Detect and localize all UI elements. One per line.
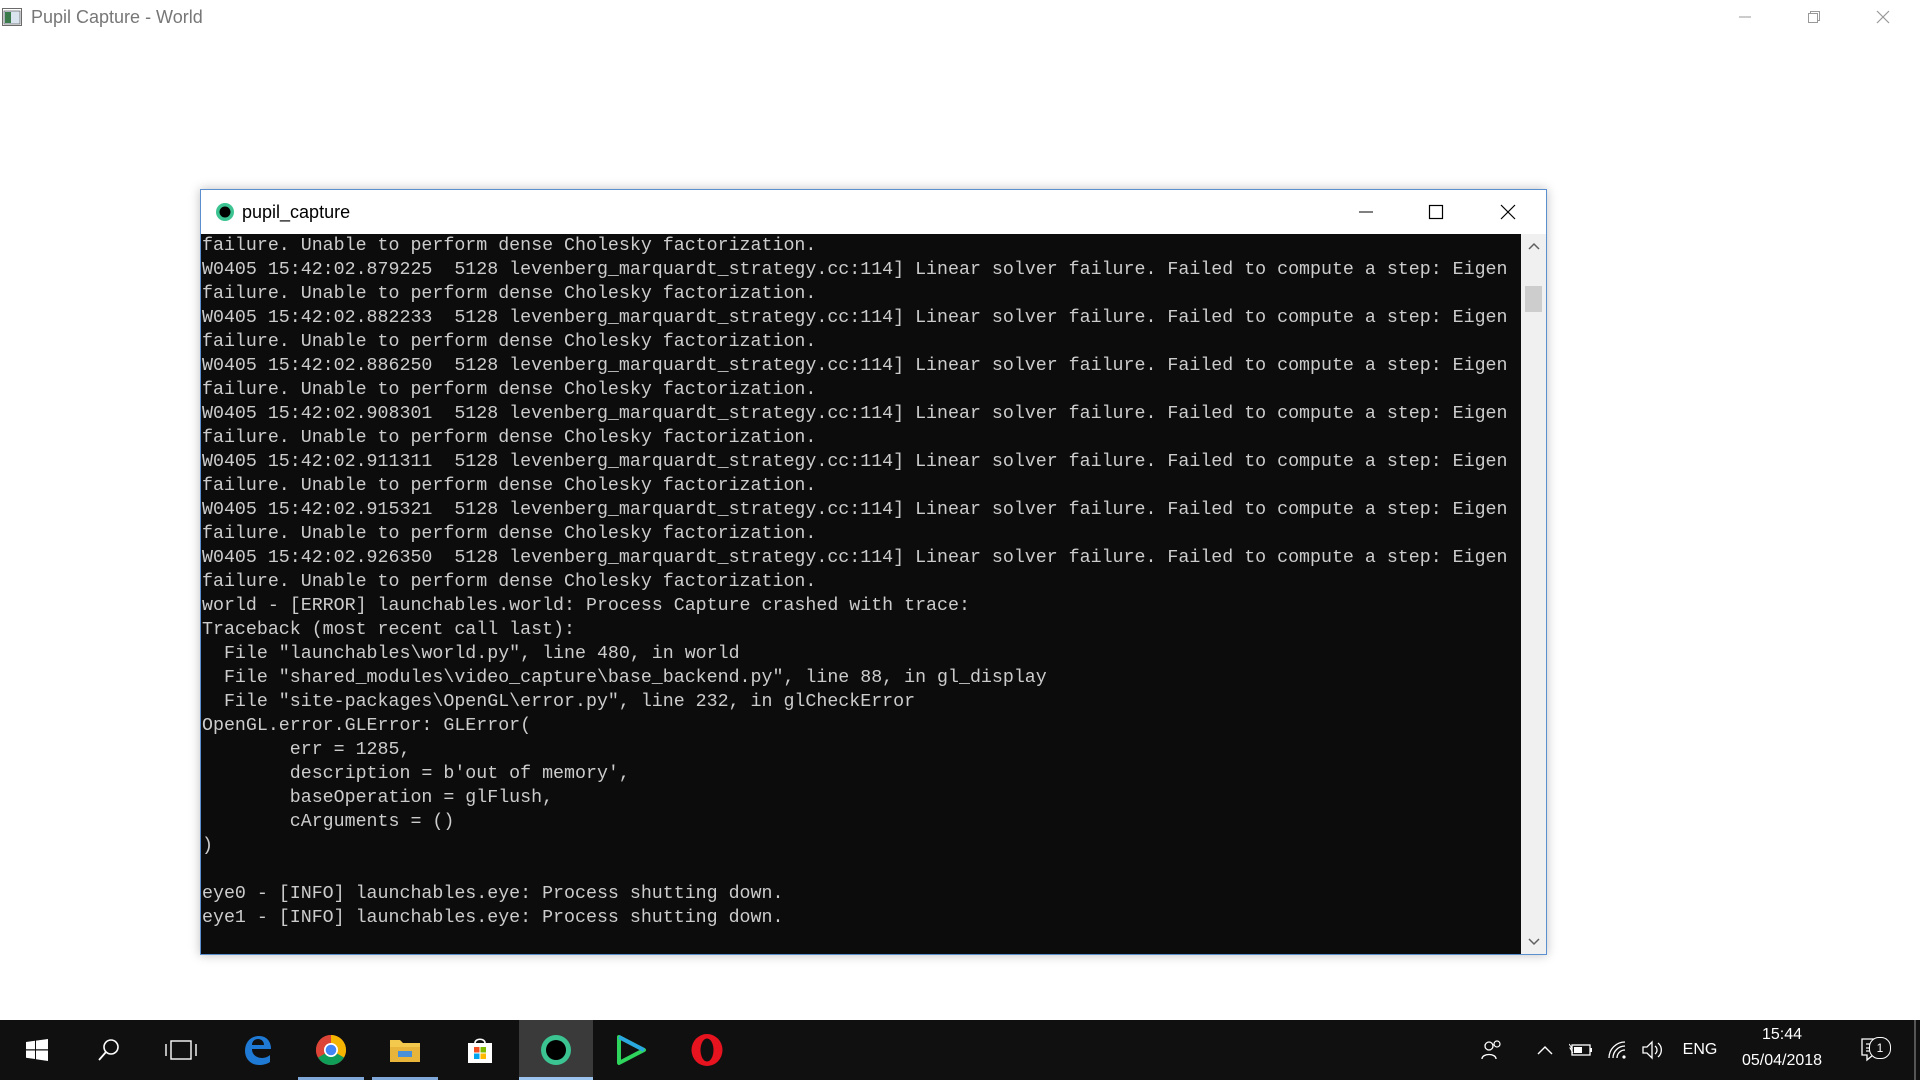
console-line: W0405 15:42:02.882233 5128 levenberg_mar… xyxy=(202,308,1508,328)
opera-button[interactable] xyxy=(670,1020,744,1080)
clock-button[interactable]: 15:44 05/04/2018 xyxy=(1722,1020,1842,1080)
console-titlebar[interactable]: pupil_capture xyxy=(201,190,1546,234)
console-line: failure. Unable to perform dense Cholesk… xyxy=(202,428,817,448)
windows-logo-icon xyxy=(26,1039,48,1061)
notification-count-badge: 1 xyxy=(1869,1037,1891,1059)
wifi-icon xyxy=(1608,1041,1626,1059)
console-window: pupil_capture failure. Unable to perform… xyxy=(200,189,1547,955)
task-view-icon xyxy=(165,1040,197,1060)
minimize-icon xyxy=(1739,16,1751,18)
speaker-icon xyxy=(1642,1040,1662,1060)
console-line: W0405 15:42:02.886250 5128 levenberg_mar… xyxy=(202,356,1508,376)
scroll-up-button[interactable] xyxy=(1521,234,1546,258)
task-view-button[interactable] xyxy=(144,1020,218,1080)
search-button[interactable] xyxy=(72,1020,146,1080)
console-line: OpenGL.error.GLError: GLError( xyxy=(202,716,532,736)
close-icon xyxy=(1876,10,1890,24)
console-line: world - [ERROR] launchables.world: Proce… xyxy=(202,596,970,616)
play-button[interactable] xyxy=(594,1020,668,1080)
console-line: eye0 - [INFO] launchables.eye: Process s… xyxy=(202,884,784,904)
console-line: W0405 15:42:02.915321 5128 levenberg_mar… xyxy=(202,500,1508,520)
console-line: description = b'out of memory', xyxy=(202,764,630,784)
console-line: baseOperation = glFlush, xyxy=(202,788,554,808)
clock-date: 05/04/2018 xyxy=(1741,1052,1823,1069)
chevron-up-icon xyxy=(1537,1046,1553,1055)
console-text: failure. Unable to perform dense Cholesk… xyxy=(201,234,1508,930)
console-line: W0405 15:42:02.908301 5128 levenberg_mar… xyxy=(202,404,1508,424)
people-icon xyxy=(1481,1040,1501,1060)
scroll-thumb[interactable] xyxy=(1525,286,1542,312)
console-line: failure. Unable to perform dense Cholesk… xyxy=(202,476,817,496)
console-line: failure. Unable to perform dense Cholesk… xyxy=(202,332,817,352)
app-icon xyxy=(2,8,22,26)
console-line: failure. Unable to perform dense Cholesk… xyxy=(202,284,817,304)
console-line: failure. Unable to perform dense Cholesk… xyxy=(202,524,817,544)
battery-icon xyxy=(1569,1043,1592,1056)
outer-window-title: Pupil Capture - World xyxy=(31,7,203,27)
volume-button[interactable] xyxy=(1638,1020,1668,1080)
outer-window-titlebar: Pupil Capture - World xyxy=(0,0,1920,34)
pupil-capture-button[interactable] xyxy=(519,1020,593,1080)
chrome-icon xyxy=(315,1035,347,1066)
people-button[interactable] xyxy=(1474,1020,1510,1080)
pupil-icon xyxy=(541,1035,571,1065)
scroll-down-button[interactable] xyxy=(1521,930,1546,954)
console-line: W0405 15:42:02.926350 5128 levenberg_mar… xyxy=(202,548,1508,568)
close-icon xyxy=(1500,204,1516,220)
console-line: ) xyxy=(202,836,213,856)
minimize-button[interactable] xyxy=(1331,190,1401,234)
outer-minimize-button[interactable] xyxy=(1710,0,1780,34)
chevron-down-icon xyxy=(1527,938,1540,946)
file-explorer-button[interactable] xyxy=(368,1020,442,1080)
show-hidden-icons-button[interactable] xyxy=(1530,1020,1560,1080)
console-line: failure. Unable to perform dense Cholesk… xyxy=(202,236,817,256)
restore-icon xyxy=(1808,11,1820,23)
console-line: err = 1285, xyxy=(202,740,411,760)
console-line: eye1 - [INFO] launchables.eye: Process s… xyxy=(202,908,784,928)
console-title: pupil_capture xyxy=(242,202,351,222)
console-line: File "site-packages\OpenGL\error.py", li… xyxy=(202,692,916,712)
battery-button[interactable] xyxy=(1566,1020,1596,1080)
chrome-button[interactable] xyxy=(294,1020,368,1080)
minimize-icon xyxy=(1359,211,1373,213)
vertical-scrollbar[interactable] xyxy=(1521,234,1546,954)
maximize-icon xyxy=(1428,204,1444,220)
store-button[interactable] xyxy=(443,1020,517,1080)
search-icon xyxy=(98,1039,119,1061)
edge-button[interactable] xyxy=(220,1020,294,1080)
console-line: Traceback (most recent call last): xyxy=(202,620,575,640)
console-line: failure. Unable to perform dense Cholesk… xyxy=(202,572,817,592)
console-line: W0405 15:42:02.879225 5128 levenberg_mar… xyxy=(202,260,1508,280)
chevron-up-icon xyxy=(1527,242,1540,250)
clock-time: 15:44 xyxy=(1761,1026,1803,1043)
input-language-button[interactable]: ENG xyxy=(1678,1020,1722,1080)
show-desktop-button[interactable] xyxy=(1914,1020,1916,1080)
outer-restore-button[interactable] xyxy=(1779,0,1849,34)
taskbar: ENG 15:44 05/04/2018 xyxy=(0,1020,1920,1080)
start-button[interactable] xyxy=(0,1020,74,1080)
close-button[interactable] xyxy=(1473,190,1543,234)
console-line: failure. Unable to perform dense Cholesk… xyxy=(202,380,817,400)
network-button[interactable] xyxy=(1603,1020,1633,1080)
opera-icon xyxy=(691,1034,723,1066)
edge-icon xyxy=(245,1036,271,1065)
pupil-capture-icon xyxy=(216,203,234,221)
console-line: W0405 15:42:02.911311 5128 levenberg_mar… xyxy=(202,452,1508,472)
console-line: File "launchables\world.py", line 480, i… xyxy=(202,644,740,664)
folder-icon xyxy=(390,1040,420,1062)
maximize-button[interactable] xyxy=(1401,190,1471,234)
store-icon xyxy=(468,1038,492,1063)
console-line: cArguments = () xyxy=(202,812,455,832)
console-line: File "shared_modules\video_capture\base_… xyxy=(202,668,1047,688)
play-icon xyxy=(617,1035,646,1065)
console-output[interactable]: failure. Unable to perform dense Cholesk… xyxy=(201,234,1521,954)
outer-close-button[interactable] xyxy=(1848,0,1918,34)
